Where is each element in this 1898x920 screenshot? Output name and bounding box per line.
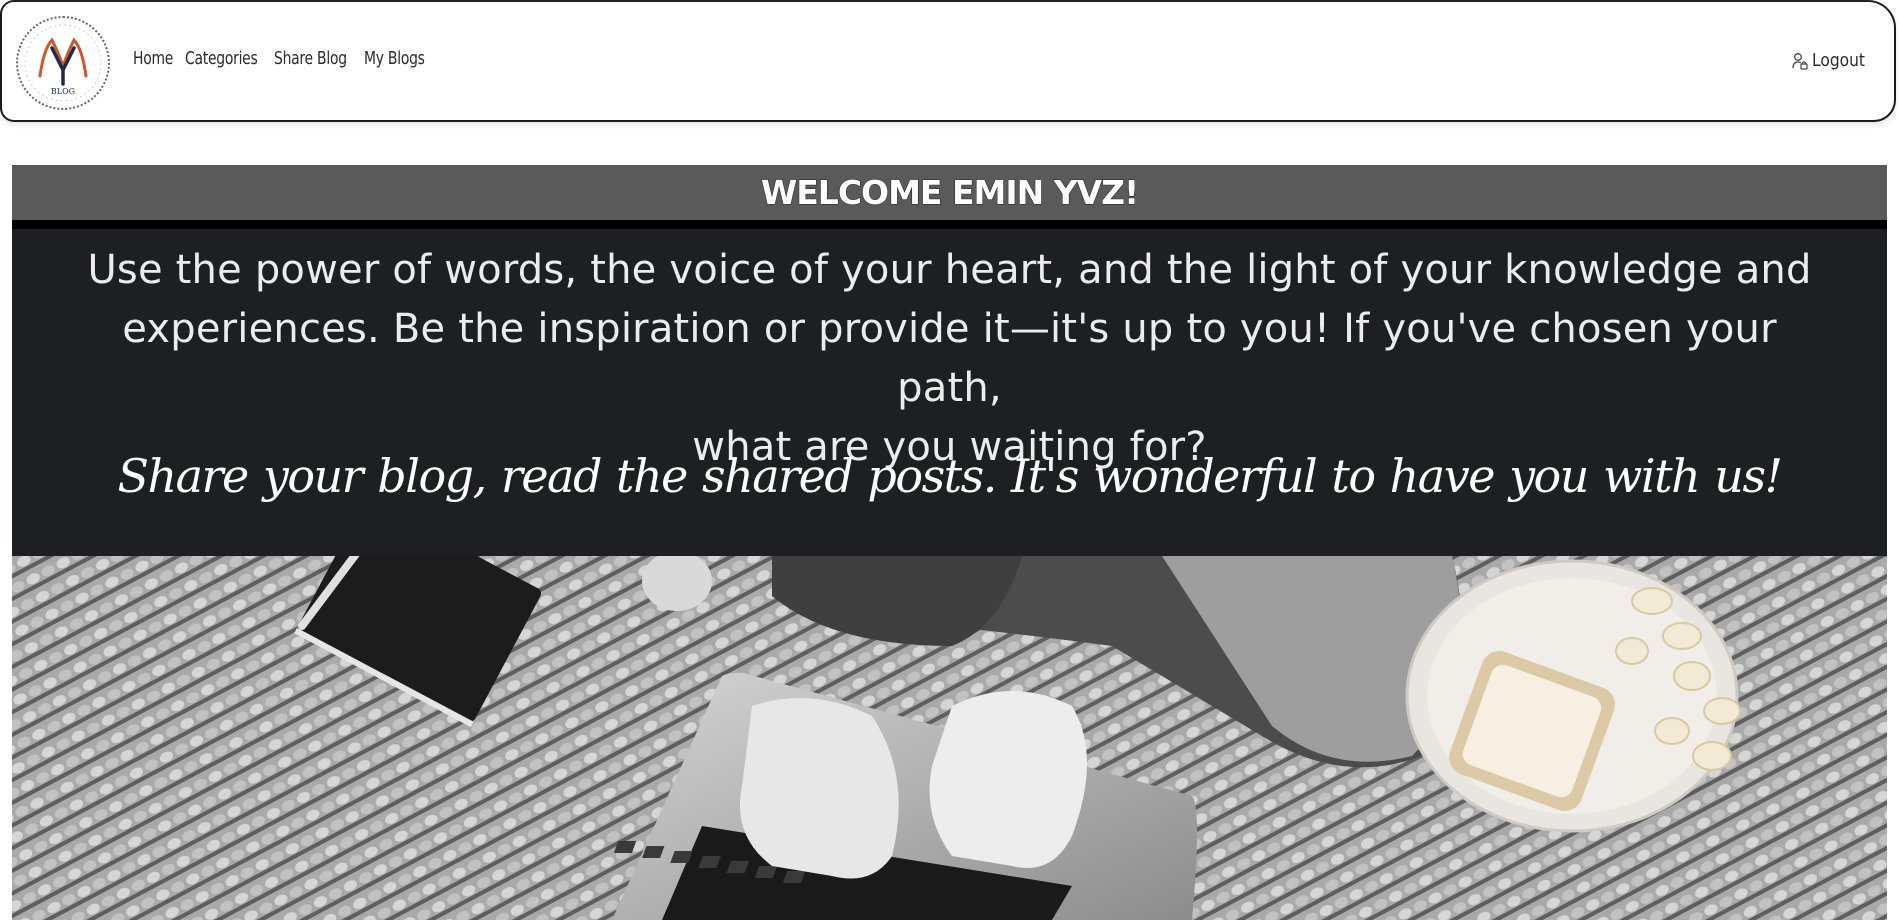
intro-panel: Use the power of words, the voice of you…: [12, 229, 1887, 556]
intro-line: experiences. Be the inspiration or provi…: [122, 306, 1777, 411]
top-navbar: BLOG Home Categories Share Blog My Blogs…: [0, 0, 1896, 122]
laptop-typing-illustration: [12, 556, 1887, 920]
main-nav: Home Categories Share Blog My Blogs: [133, 48, 425, 69]
logout-label: Logout: [1812, 50, 1866, 71]
welcome-divider: [12, 220, 1887, 229]
intro-line: Use the power of words, the voice of you…: [87, 247, 1812, 293]
logo-emblem-icon: BLOG: [24, 24, 102, 102]
nav-categories-link[interactable]: Categories: [185, 48, 258, 69]
intro-paragraph: Use the power of words, the voice of you…: [72, 241, 1827, 477]
welcome-banner: WELCOME EMIN YVZ!: [12, 165, 1887, 220]
logo-caption: BLOG: [51, 87, 75, 96]
nav-home-link[interactable]: Home: [133, 48, 173, 69]
logout-button[interactable]: Logout: [1792, 50, 1874, 71]
nav-my-blogs-link[interactable]: My Blogs: [364, 48, 425, 69]
intro-tagline: Share your blog, read the shared posts. …: [117, 449, 1783, 503]
user-lock-icon: [1792, 52, 1808, 70]
site-logo[interactable]: BLOG: [16, 16, 110, 110]
nav-share-blog-link[interactable]: Share Blog: [274, 48, 347, 69]
welcome-heading: WELCOME EMIN YVZ!: [760, 173, 1139, 213]
hero-photo: [12, 556, 1887, 920]
